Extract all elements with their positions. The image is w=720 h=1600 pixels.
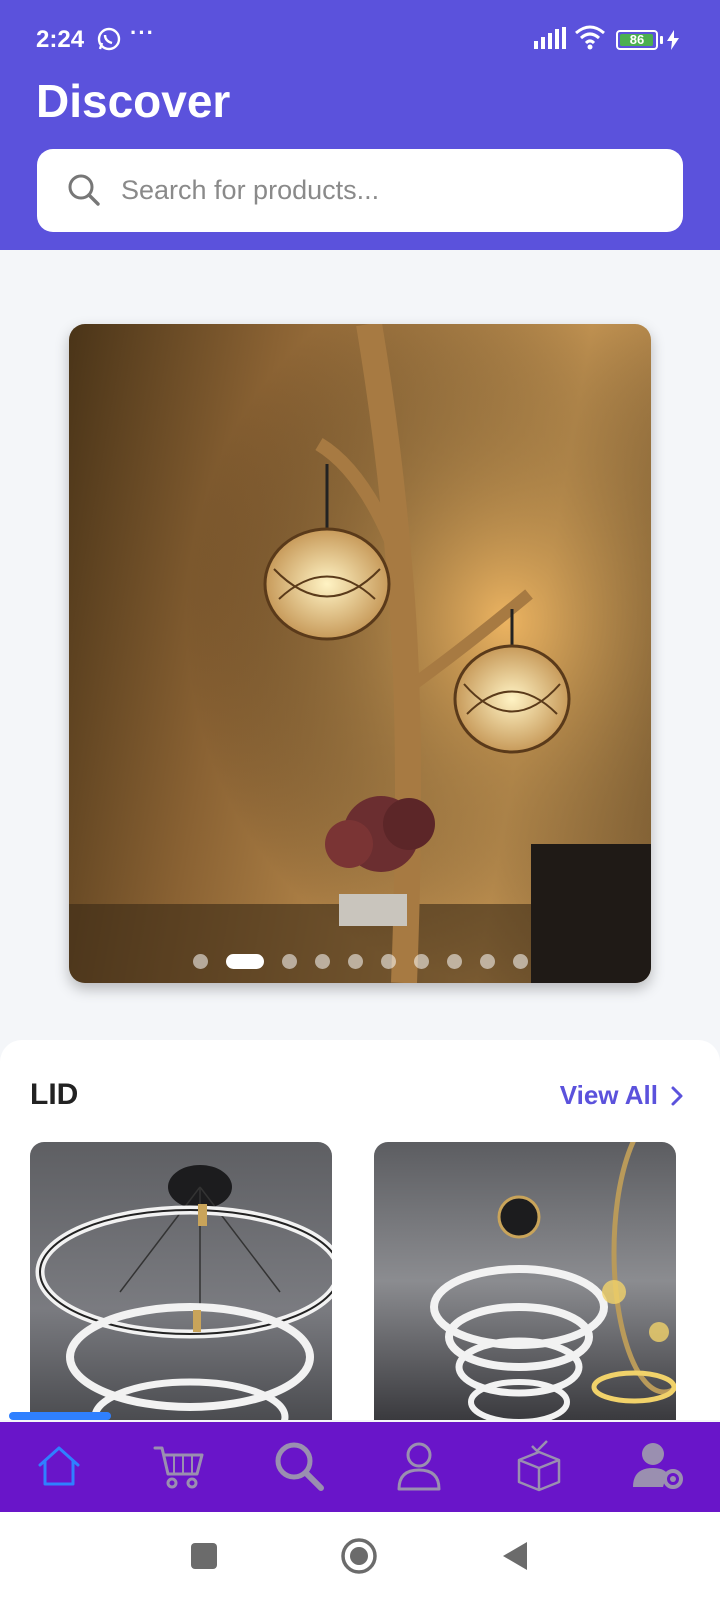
carousel-indicator: [69, 951, 651, 971]
banner-carousel[interactable]: [69, 324, 651, 983]
cart-icon: [153, 1446, 204, 1489]
back-triangle-icon: [503, 1542, 527, 1570]
search-icon: [67, 173, 101, 212]
battery-level: 86: [629, 32, 645, 47]
tab-account-settings[interactable]: [629, 1436, 689, 1496]
square-icon: [191, 1543, 217, 1569]
carousel-dot[interactable]: [192, 953, 208, 969]
status-time: 2:24: [36, 26, 85, 53]
user-settings-icon: [633, 1443, 683, 1489]
tab-search[interactable]: [269, 1436, 329, 1496]
bottom-tab-bar: [0, 1422, 720, 1512]
product-card[interactable]: [30, 1142, 332, 1420]
search-icon: [275, 1442, 324, 1491]
system-nav-bar: [0, 1512, 720, 1600]
view-all-label: View All: [559, 1080, 658, 1110]
tab-cart[interactable]: [149, 1436, 209, 1496]
home-icon: [38, 1446, 80, 1486]
carousel-dot[interactable]: [446, 953, 462, 969]
charging-icon: [666, 30, 680, 55]
view-all-link[interactable]: View All: [560, 1080, 684, 1111]
tab-profile[interactable]: [389, 1436, 449, 1496]
carousel-dot[interactable]: [380, 953, 396, 969]
tab-home[interactable]: [29, 1436, 89, 1496]
carousel-dot-active[interactable]: [225, 953, 264, 969]
circle-home-icon: [341, 1538, 377, 1574]
banner-image: [69, 324, 651, 983]
chevron-right-icon: [671, 1086, 683, 1105]
carousel-dot[interactable]: [281, 953, 297, 969]
whatsapp-icon: [96, 26, 122, 52]
section-title: LID: [30, 1078, 79, 1111]
product-image: [430, 1142, 676, 1420]
search-bar[interactable]: [37, 149, 683, 232]
carousel-dot[interactable]: [347, 953, 363, 969]
tab-orders[interactable]: [509, 1436, 569, 1496]
carousel-dot[interactable]: [314, 953, 330, 969]
app-header: 2:24 ··· 86 Discover: [0, 0, 720, 250]
battery-icon: 86: [616, 30, 658, 50]
home-tab-indicator: [9, 1412, 111, 1420]
wifi-icon: [574, 24, 606, 55]
signal-icon: [534, 27, 566, 54]
product-section: LID View All: [0, 1040, 720, 1420]
product-card[interactable]: [374, 1142, 676, 1420]
package-icon: [517, 1440, 561, 1492]
search-input[interactable]: [121, 149, 661, 232]
carousel-dot[interactable]: [413, 953, 429, 969]
back-button[interactable]: [493, 1534, 537, 1578]
product-image: [35, 1165, 332, 1420]
page-title: Discover: [36, 75, 231, 127]
user-icon: [397, 1442, 441, 1491]
status-bar: 2:24 ··· 86: [0, 0, 720, 80]
carousel-dot[interactable]: [479, 953, 495, 969]
home-button[interactable]: [337, 1534, 381, 1578]
more-dots-icon: ···: [130, 20, 155, 45]
recents-button[interactable]: [182, 1534, 226, 1578]
carousel-dot[interactable]: [512, 953, 528, 969]
